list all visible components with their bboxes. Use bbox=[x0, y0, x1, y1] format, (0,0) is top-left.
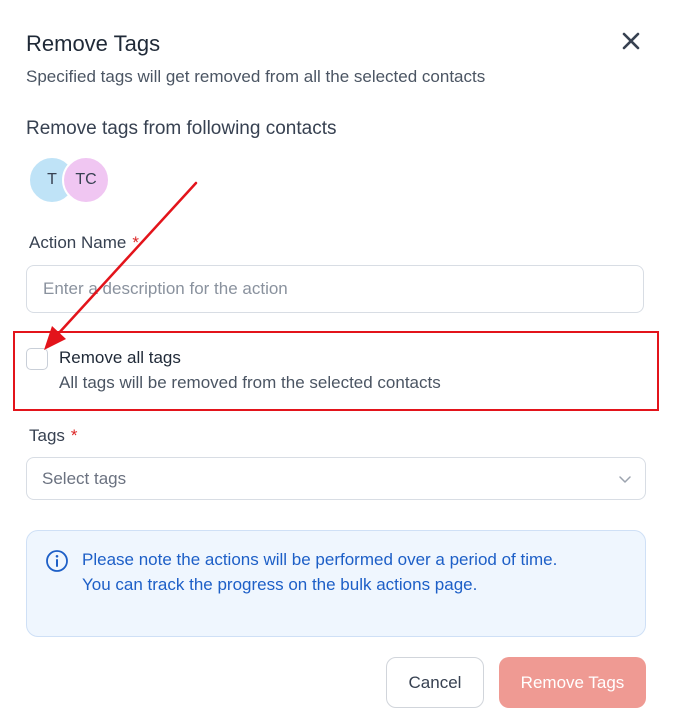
annotation-highlight-box bbox=[13, 331, 659, 411]
tags-label-text: Tags bbox=[29, 426, 65, 445]
required-mark: * bbox=[70, 426, 78, 445]
remove-tags-button[interactable]: Remove Tags bbox=[499, 657, 646, 708]
remove-all-tags-description: All tags will be removed from the select… bbox=[59, 373, 441, 392]
avatar: TC bbox=[62, 156, 110, 204]
info-notice-text: Please note the actions will be performe… bbox=[82, 550, 558, 594]
required-mark: * bbox=[132, 233, 139, 252]
remove-all-tags-checkbox[interactable] bbox=[26, 348, 48, 370]
modal-subtitle: Specified tags will get removed from all… bbox=[26, 67, 486, 86]
close-icon bbox=[622, 32, 640, 50]
modal-title: Remove Tags bbox=[26, 31, 161, 56]
remove-all-tags-label: Remove all tags bbox=[59, 348, 181, 367]
info-icon bbox=[46, 550, 68, 572]
action-name-input[interactable] bbox=[26, 265, 644, 313]
close-button[interactable] bbox=[618, 28, 644, 54]
tags-select-placeholder: Select tags bbox=[42, 469, 127, 488]
info-notice: Please note the actions will be performe… bbox=[26, 530, 646, 637]
contact-avatars: T TC bbox=[28, 156, 118, 204]
cancel-button[interactable]: Cancel bbox=[386, 657, 484, 708]
tags-label: Tags * bbox=[29, 425, 78, 447]
action-name-label: Action Name * bbox=[29, 232, 139, 254]
tags-select[interactable]: Select tags bbox=[26, 457, 646, 500]
remove-tags-modal: Remove Tags Specified tags will get remo… bbox=[0, 0, 673, 725]
contacts-section-label: Remove tags from following contacts bbox=[26, 118, 337, 139]
chevron-down-icon bbox=[619, 476, 631, 483]
action-name-label-text: Action Name bbox=[29, 233, 127, 252]
